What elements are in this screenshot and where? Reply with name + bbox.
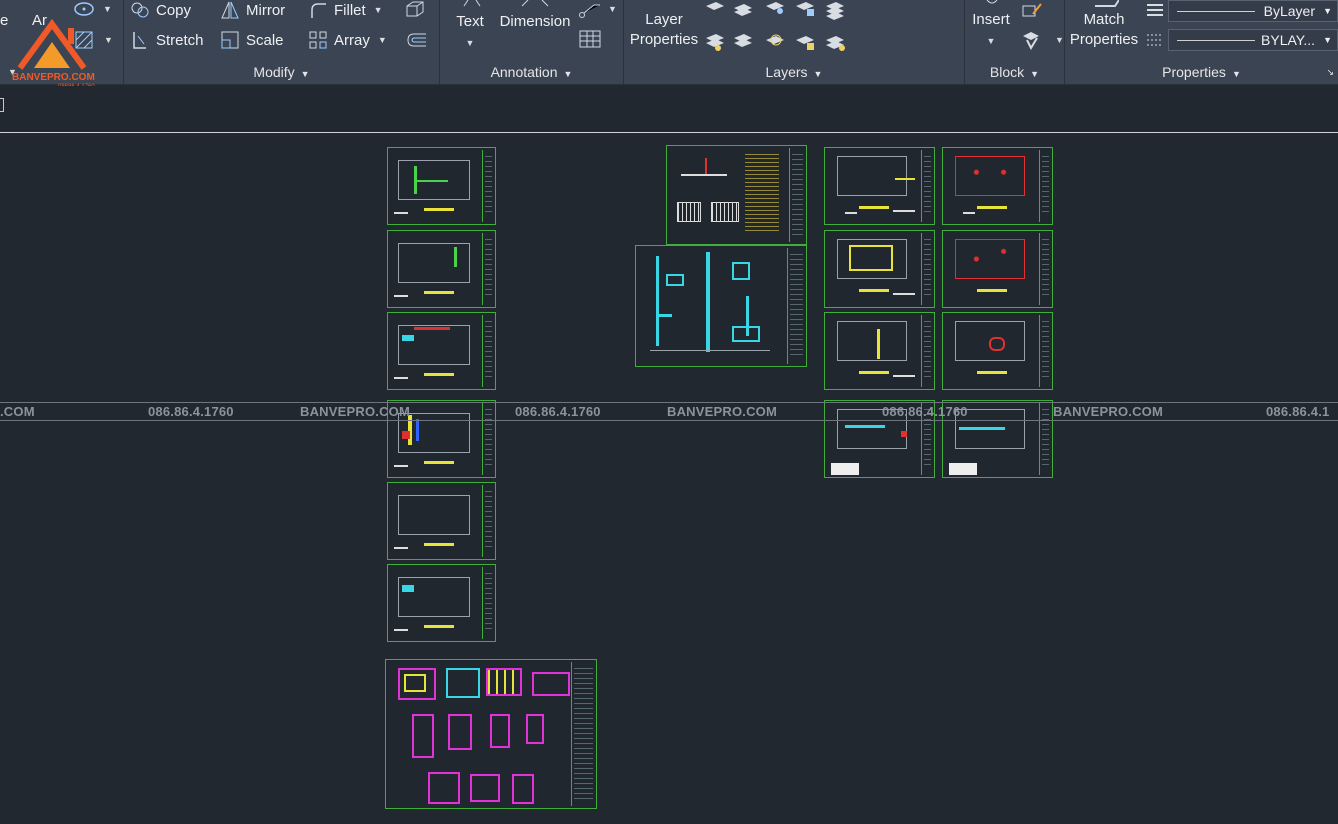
drawing-sheet[interactable] <box>387 230 496 308</box>
mirror-button[interactable]: Mirror <box>220 0 285 20</box>
properties-panel-title[interactable]: Properties ▼ <box>1065 64 1338 80</box>
array-icon <box>309 31 327 49</box>
scale-button[interactable]: Scale <box>220 30 284 50</box>
insert-icon <box>986 0 998 4</box>
modify-panel: Copy Stretch Mirror Scale Fillet ▼ Array… <box>124 0 440 84</box>
text-dropdown-icon: ▼ <box>465 38 475 48</box>
offset-icon[interactable] <box>404 30 428 50</box>
dialog-launcher-icon[interactable]: ↘ <box>1326 67 1334 78</box>
fillet-button[interactable]: Fillet ▼ <box>308 0 383 20</box>
layers-panel: Layer Properties Layers ▼ <box>624 0 965 84</box>
layers-panel-title[interactable]: Layers ▼ <box>624 64 964 80</box>
block-attribute-icon[interactable] <box>1021 30 1043 50</box>
color-dropdown-value: ByLayer <box>1263 3 1315 19</box>
scale-icon <box>221 31 239 49</box>
insert-dropdown-icon: ▼ <box>986 36 996 46</box>
watermark-text: 086.86.4.1760 <box>515 404 601 419</box>
block-edit-icon[interactable] <box>1021 2 1043 20</box>
drawing-sheet[interactable] <box>824 230 935 308</box>
dimension-button[interactable]: Dimension <box>498 12 572 32</box>
properties-expand-icon: ▼ <box>1231 69 1241 79</box>
block-expand-icon: ▼ <box>1030 69 1040 79</box>
drawing-sheet[interactable] <box>387 482 496 560</box>
stretch-button[interactable]: Stretch <box>130 30 204 50</box>
watermark-text: 086.86.4.1760 <box>882 404 968 419</box>
annotation-panel-title[interactable]: Annotation ▼ <box>440 64 623 80</box>
drawing-sheet[interactable] <box>942 312 1053 390</box>
3d-box-icon[interactable] <box>404 0 426 20</box>
annotation-expand-icon: ▼ <box>563 69 573 79</box>
drawing-sheet[interactable] <box>942 230 1053 308</box>
logo-text: BANVEPRO.COM <box>12 72 95 83</box>
drawing-sheet[interactable] <box>387 147 496 225</box>
electrical-schematic-sheet[interactable] <box>666 145 807 245</box>
drawing-sheet[interactable] <box>942 147 1053 225</box>
dimension-icon <box>521 0 549 7</box>
annotation-panel: Text ▼ Dimension ▼ Annotation ▼ <box>440 0 624 84</box>
array-dropdown-icon[interactable]: ▼ <box>378 35 387 45</box>
layer-tools-row1-icon[interactable] <box>704 0 854 20</box>
watermark-text: BANVEPRO.COM <box>300 404 411 419</box>
leader-dropdown-icon[interactable]: ▼ <box>608 4 617 14</box>
modify-expand-icon: ▼ <box>300 69 310 79</box>
match-properties-icon <box>1095 0 1119 7</box>
command-cursor <box>0 98 4 112</box>
stretch-icon <box>133 32 146 49</box>
command-separator <box>0 132 1338 133</box>
text-icon <box>463 0 481 7</box>
properties-panel: Match Properties ByLayer ▼ BYLAY... ▼ Pro… <box>1065 0 1338 84</box>
color-dropdown[interactable]: ByLayer ▼ <box>1168 0 1338 22</box>
drawing-sheet[interactable] <box>387 312 496 390</box>
array-button[interactable]: Array ▼ <box>308 30 387 50</box>
copy-button[interactable]: Copy <box>130 0 191 20</box>
ribbon: e Ar ▼ ▼ ▼ Copy Stretch Mirror Scale Fil… <box>0 0 1338 85</box>
plumbing-diagram-sheet[interactable] <box>635 245 807 367</box>
mirror-icon <box>221 1 239 19</box>
block-panel: Insert ▼ ▼ Block ▼ <box>965 0 1065 84</box>
watermark-text: BANVEPRO.COM <box>667 404 778 419</box>
chevron-down-icon: ▼ <box>1323 6 1332 16</box>
linetype-icon <box>1147 34 1163 46</box>
drawing-sheet[interactable] <box>387 564 496 642</box>
modify-panel-title[interactable]: Modify ▼ <box>124 64 439 80</box>
fillet-icon <box>311 3 326 18</box>
watermark-text: 086.86.4.1760 <box>148 404 234 419</box>
match-properties-button[interactable]: Match Properties <box>1067 10 1141 50</box>
watermark-text: .COM <box>0 404 35 419</box>
copy-icon <box>131 2 149 18</box>
drawing-sheet[interactable] <box>824 312 935 390</box>
lineweight-icon <box>1147 4 1163 16</box>
chevron-down-icon: ▼ <box>1323 35 1332 45</box>
layer-properties-button[interactable]: Layer Properties <box>626 10 702 50</box>
drawing-sheet[interactable] <box>824 147 935 225</box>
layers-expand-icon: ▼ <box>813 69 823 79</box>
linetype-dropdown-value: BYLAY... <box>1261 32 1315 48</box>
circle-dropdown-icon[interactable]: ▼ <box>103 4 112 14</box>
layer-tools-row2-icon[interactable] <box>704 30 854 52</box>
hatch-dropdown-icon[interactable]: ▼ <box>104 35 113 45</box>
insert-button[interactable]: Insert ▼ <box>969 10 1013 51</box>
table-icon[interactable] <box>579 30 601 48</box>
linetype-dropdown[interactable]: BYLAY... ▼ <box>1168 29 1338 51</box>
leader-icon[interactable] <box>578 0 602 20</box>
block-panel-title[interactable]: Block ▼ <box>965 64 1064 80</box>
fillet-dropdown-icon[interactable]: ▼ <box>374 5 383 15</box>
block-attribute-dropdown-icon[interactable]: ▼ <box>1055 35 1064 45</box>
watermark-text: BANVEPRO.COM <box>1053 404 1164 419</box>
text-button[interactable]: Text ▼ <box>452 12 488 53</box>
watermark-text: 086.86.4.1 <box>1266 404 1330 419</box>
detail-sheet[interactable] <box>385 659 597 809</box>
